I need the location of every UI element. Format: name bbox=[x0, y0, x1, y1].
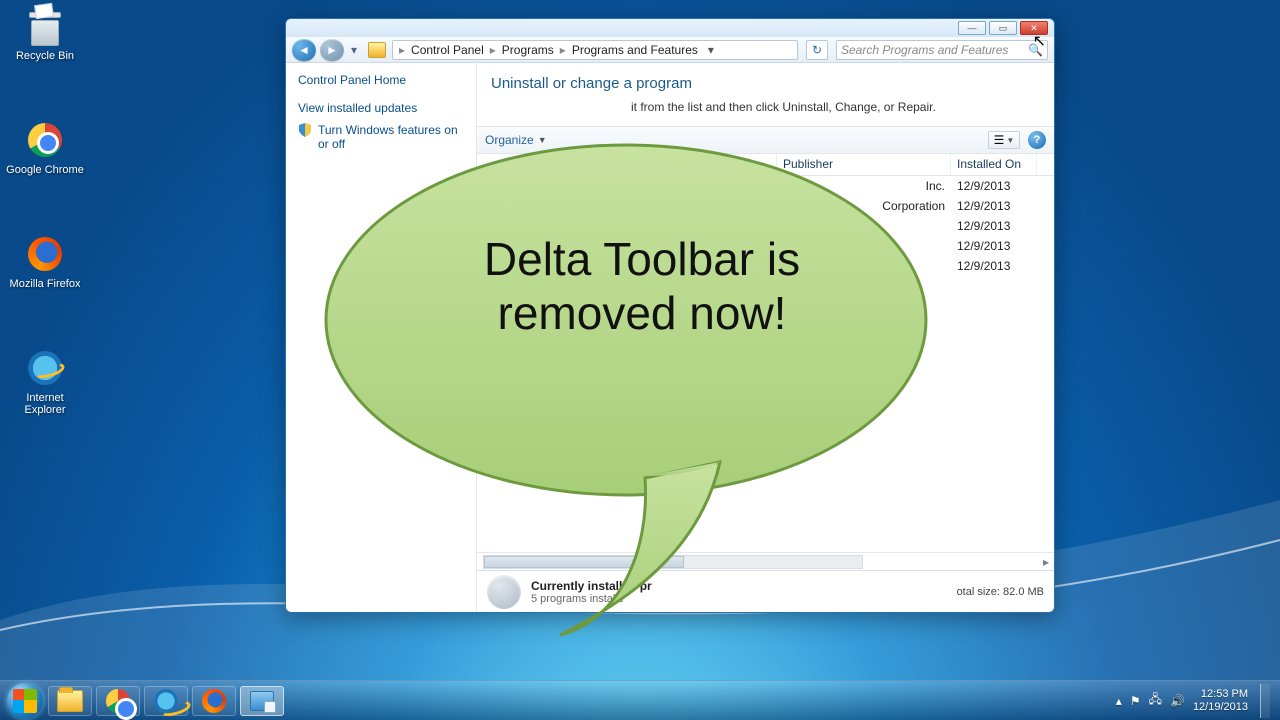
status-size: otal size: 82.0 MB bbox=[957, 586, 1044, 598]
refresh-button[interactable]: ↻ bbox=[806, 40, 828, 60]
desktop-icon-recycle-bin[interactable]: Recycle Bin bbox=[6, 4, 84, 62]
chrome-icon bbox=[28, 123, 62, 157]
crumb-control-panel[interactable]: Control Panel bbox=[407, 43, 488, 57]
taskbar-explorer[interactable] bbox=[48, 686, 92, 716]
chevron-down-icon: ▼ bbox=[538, 135, 547, 145]
forward-button[interactable]: ► bbox=[320, 39, 344, 61]
programs-features-window: — ▭ ✕ ↖ ◄ ► ▾ ▸ Control Panel ▸ Programs… bbox=[285, 18, 1055, 613]
icon-label: Google Chrome bbox=[6, 164, 84, 176]
breadcrumb[interactable]: ▸ Control Panel ▸ Programs ▸ Programs an… bbox=[392, 40, 798, 60]
table-row: 12/9/2013 bbox=[477, 236, 1054, 256]
clock[interactable]: 12:53 PM 12/19/2013 bbox=[1193, 688, 1248, 712]
control-panel-icon bbox=[368, 42, 386, 58]
history-dropdown[interactable]: ▾ bbox=[348, 39, 360, 61]
ie-icon bbox=[28, 351, 62, 385]
help-button[interactable]: ? bbox=[1028, 131, 1046, 149]
show-desktop-button[interactable] bbox=[1260, 684, 1270, 718]
nav-row: ◄ ► ▾ ▸ Control Panel ▸ Programs ▸ Progr… bbox=[286, 37, 1054, 63]
icon-label: Recycle Bin bbox=[6, 50, 84, 62]
desktop-icon-chrome[interactable]: Google Chrome bbox=[6, 118, 84, 176]
titlebar[interactable]: — ▭ ✕ bbox=[286, 19, 1054, 37]
col-installed[interactable]: Installed On bbox=[951, 154, 1037, 175]
start-button[interactable] bbox=[4, 682, 46, 720]
program-list[interactable]: Inc.12/9/2013 Corporation12/9/2013 12/9/… bbox=[477, 176, 1054, 552]
col-name[interactable] bbox=[477, 154, 777, 175]
clock-time: 12:53 PM bbox=[1193, 688, 1248, 700]
recycle-bin-icon bbox=[25, 6, 65, 46]
crumb-programs-features[interactable]: Programs and Features bbox=[568, 43, 702, 57]
action-center-icon[interactable]: ⚑ bbox=[1130, 694, 1141, 708]
desktop-icon-firefox[interactable]: Mozilla Firefox bbox=[6, 232, 84, 290]
view-updates-link[interactable]: View installed updates bbox=[298, 101, 464, 115]
search-placeholder: Search Programs and Features bbox=[841, 43, 1008, 57]
taskbar: ▴ ⚑ 🖧 🔊 12:53 PM 12/19/2013 bbox=[0, 680, 1280, 720]
search-icon: 🔍 bbox=[1028, 43, 1043, 57]
status-sub: 5 programs installe bbox=[531, 593, 652, 605]
shield-icon bbox=[298, 123, 312, 137]
organize-button[interactable]: Organize bbox=[485, 133, 534, 147]
ie-icon bbox=[154, 689, 178, 713]
col-publisher[interactable]: Publisher bbox=[777, 154, 951, 175]
table-row: 12/9/2013 bbox=[477, 256, 1054, 276]
statusbar: Currently installed pr 5 programs instal… bbox=[477, 570, 1054, 612]
taskbar-control-panel[interactable] bbox=[240, 686, 284, 716]
icon-label: Internet Explorer bbox=[6, 392, 84, 416]
table-row: Inc.12/9/2013 bbox=[477, 176, 1054, 196]
back-button[interactable]: ◄ bbox=[292, 39, 316, 61]
crumb-programs[interactable]: Programs bbox=[498, 43, 558, 57]
search-input[interactable]: Search Programs and Features 🔍 bbox=[836, 40, 1048, 60]
desktop-icon-ie[interactable]: Internet Explorer bbox=[6, 346, 84, 416]
close-button[interactable]: ✕ bbox=[1020, 21, 1048, 35]
system-tray: ▴ ⚑ 🖧 🔊 12:53 PM 12/19/2013 bbox=[1116, 684, 1276, 718]
table-row: Corporation12/9/2013 bbox=[477, 196, 1054, 216]
page-subtext: it from the list and then click Uninstal… bbox=[491, 100, 1040, 114]
clock-date: 12/19/2013 bbox=[1193, 701, 1248, 713]
table-row: 12/9/2013 bbox=[477, 216, 1054, 236]
horizontal-scrollbar[interactable]: ▸ bbox=[477, 552, 1054, 570]
minimize-button[interactable]: — bbox=[958, 21, 986, 35]
taskbar-firefox[interactable] bbox=[192, 686, 236, 716]
control-panel-icon bbox=[250, 691, 274, 711]
windows-features-link[interactable]: Turn Windows features on or off bbox=[298, 123, 464, 151]
taskbar-chrome[interactable] bbox=[96, 686, 140, 716]
tray-arrow-icon[interactable]: ▴ bbox=[1116, 694, 1122, 708]
firefox-icon bbox=[28, 237, 62, 271]
folder-icon bbox=[57, 690, 83, 712]
volume-icon[interactable]: 🔊 bbox=[1170, 694, 1185, 708]
windows-orb-icon bbox=[7, 683, 43, 719]
left-pane: Control Panel Home View installed update… bbox=[286, 63, 476, 612]
chrome-icon bbox=[106, 689, 130, 713]
list-header: Publisher Installed On bbox=[477, 154, 1054, 176]
page-heading: Uninstall or change a program bbox=[491, 75, 1040, 92]
status-title: Currently installed pr bbox=[531, 579, 652, 593]
network-icon[interactable]: 🖧 bbox=[1149, 690, 1162, 711]
firefox-icon bbox=[202, 689, 226, 713]
main-pane: Uninstall or change a program it from th… bbox=[476, 63, 1054, 612]
toolbar: Organize ▼ ☰▼ ? bbox=[477, 126, 1054, 154]
maximize-button[interactable]: ▭ bbox=[989, 21, 1017, 35]
views-button[interactable]: ☰▼ bbox=[988, 131, 1020, 149]
control-panel-home-link[interactable]: Control Panel Home bbox=[298, 73, 464, 87]
icon-label: Mozilla Firefox bbox=[6, 278, 84, 290]
disc-icon bbox=[487, 575, 521, 609]
taskbar-ie[interactable] bbox=[144, 686, 188, 716]
